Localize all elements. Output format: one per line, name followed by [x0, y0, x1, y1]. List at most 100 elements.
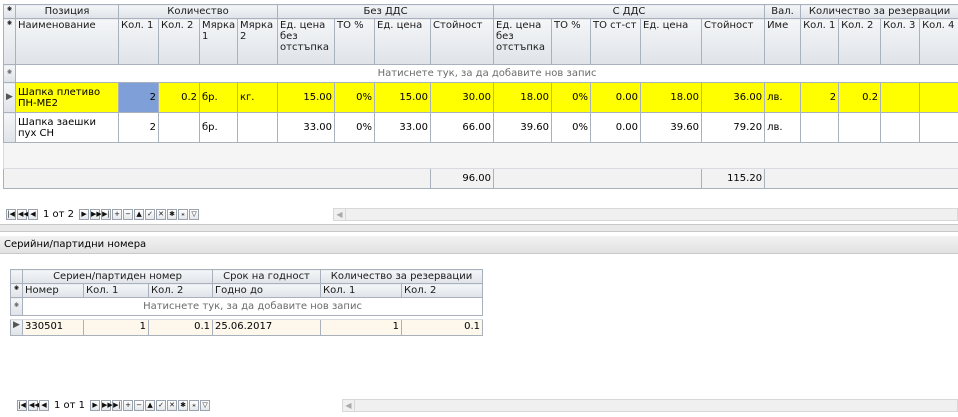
table-row[interactable]: ▶ Шапка плетиво ПН-МЕ2 2 0.2 бр. кг. 15.…	[3, 82, 958, 113]
col-currency-name[interactable]: Име	[764, 18, 802, 65]
scroll-left-icon[interactable]: ◀	[334, 209, 346, 220]
band-with-vat[interactable]: С ДДС	[493, 4, 766, 19]
refresh-icon[interactable]: ✱	[178, 400, 189, 411]
cell-nv-value[interactable]: 30.00	[430, 82, 495, 113]
last-icon[interactable]: ▶|	[112, 400, 123, 411]
col-r-qty1[interactable]: Кол. 1	[800, 18, 840, 65]
filter-clear-icon[interactable]: ⁎	[178, 209, 189, 220]
col-nv-price[interactable]: Ед. цена	[374, 18, 432, 65]
top-horizontal-scrollbar[interactable]: ◀	[333, 208, 958, 221]
panel-splitter[interactable]	[0, 224, 958, 232]
refresh-icon[interactable]: ✱	[167, 209, 178, 220]
col-r-qty1[interactable]: Кол. 1	[320, 283, 402, 298]
cell-r-qty4[interactable]	[919, 112, 958, 143]
delete-icon[interactable]: −	[134, 400, 145, 411]
filter-icon[interactable]: ▽	[189, 209, 200, 220]
cell-qty2[interactable]: 0.1	[148, 319, 213, 336]
cell-nv-price[interactable]: 33.00	[374, 112, 432, 143]
cell-v-to-value[interactable]: 0.00	[590, 112, 642, 143]
cell-name[interactable]: Шапка заешки пух СН	[15, 112, 119, 143]
row-indicator-header[interactable]: ⁕	[3, 4, 16, 19]
col-nv-value[interactable]: Стойност	[430, 18, 495, 65]
post-icon[interactable]: ✓	[145, 209, 156, 220]
new-record-row[interactable]: ⁕ Натиснете тук, за да добавите нов запи…	[10, 297, 484, 316]
first-icon[interactable]: |◀	[17, 400, 27, 411]
col-name[interactable]: Наименование	[15, 18, 119, 65]
next-page-icon[interactable]: ▶▶	[90, 209, 102, 220]
band-serial[interactable]: Сериен/партиден номер	[22, 269, 213, 284]
filter-icon[interactable]: ▽	[200, 400, 211, 411]
col-r-qty2[interactable]: Кол. 2	[400, 283, 484, 298]
band-position[interactable]: Позиция	[15, 4, 119, 19]
col-qty2[interactable]: Кол. 2	[148, 283, 213, 298]
col-v-price-nodisc[interactable]: Ед. цена без отстъпка	[493, 18, 553, 65]
cell-v-price[interactable]: 39.60	[640, 112, 703, 143]
cell-nv-to-pct[interactable]: 0%	[334, 82, 376, 113]
col-v-value[interactable]: Стойност	[701, 18, 766, 65]
edit-icon[interactable]: ▲	[134, 209, 145, 220]
col-nv-to-pct[interactable]: ТО %	[334, 18, 376, 65]
col-nv-price-nodisc[interactable]: Ед. цена без отстъпка	[277, 18, 336, 65]
cell-qty2[interactable]: 0.2	[158, 82, 200, 113]
column-chooser-icon[interactable]: ⁕	[3, 18, 16, 65]
last-icon[interactable]: ▶|	[101, 209, 112, 220]
cell-v-price[interactable]: 18.00	[640, 82, 703, 113]
next-page-icon[interactable]: ▶▶	[101, 400, 113, 411]
cell-qty1[interactable]: 2	[118, 112, 159, 143]
prev-icon[interactable]: ◀	[39, 400, 49, 411]
new-record-row[interactable]: ⁕ Натиснете тук, за да добавите нов запи…	[3, 64, 958, 83]
col-r-qty3[interactable]: Кол. 3	[880, 18, 921, 65]
band-quantity[interactable]: Количество	[117, 4, 279, 19]
col-r-qty2[interactable]: Кол. 2	[838, 18, 882, 65]
cell-v-to-value[interactable]: 0.00	[590, 82, 642, 113]
cancel-icon[interactable]: ✕	[156, 209, 167, 220]
cell-v-price-nodisc[interactable]: 18.00	[493, 82, 553, 113]
column-chooser-icon[interactable]: ⁕	[10, 283, 23, 298]
edit-icon[interactable]: ▲	[145, 400, 156, 411]
insert-icon[interactable]: +	[123, 400, 134, 411]
cell-r-qty1[interactable]	[800, 112, 840, 143]
cell-unit1[interactable]: бр.	[199, 112, 238, 143]
band-reserve-qty[interactable]: Количество за резервации	[319, 269, 484, 284]
cell-currency[interactable]: лв.	[764, 112, 802, 143]
col-qty2[interactable]: Кол. 2	[158, 18, 200, 65]
col-r-qty4[interactable]: Кол. 4	[919, 18, 958, 65]
cell-nv-price-nodisc[interactable]: 15.00	[277, 82, 336, 113]
col-valid-until[interactable]: Годно до	[212, 283, 321, 298]
bottom-horizontal-scrollbar[interactable]: ◀	[342, 399, 958, 412]
col-v-to-value[interactable]: ТО ст-ст	[590, 18, 642, 65]
col-qty1[interactable]: Кол. 1	[118, 18, 159, 65]
cell-unit2[interactable]: кг.	[236, 82, 279, 113]
cell-qty2[interactable]	[158, 112, 200, 143]
prev-icon[interactable]: ◀	[28, 209, 38, 220]
col-number[interactable]: Номер	[22, 283, 84, 298]
cell-nv-value[interactable]: 66.00	[430, 112, 495, 143]
cell-v-to-pct[interactable]: 0%	[551, 82, 592, 113]
col-qty1[interactable]: Кол. 1	[83, 283, 149, 298]
row-indicator-header[interactable]	[10, 269, 23, 284]
post-icon[interactable]: ✓	[156, 400, 167, 411]
cell-valid-until[interactable]: 25.06.2017	[212, 319, 321, 336]
cell-nv-to-pct[interactable]: 0%	[334, 112, 376, 143]
prev-page-icon[interactable]: ◀◀	[28, 400, 40, 411]
band-reserve-qty[interactable]: Количество за резервации	[800, 4, 958, 19]
cell-r-qty1[interactable]: 1	[320, 319, 402, 336]
next-icon[interactable]: ▶	[79, 209, 90, 220]
band-without-vat[interactable]: Без ДДС	[277, 4, 495, 19]
cell-number[interactable]: 330501	[22, 319, 84, 336]
insert-icon[interactable]: +	[112, 209, 123, 220]
cell-name[interactable]: Шапка плетиво ПН-МЕ2	[15, 82, 119, 113]
next-icon[interactable]: ▶	[90, 400, 101, 411]
cell-r-qty4[interactable]	[919, 82, 958, 113]
new-record-hint[interactable]: Натиснете тук, за да добавите нов запис	[21, 297, 484, 316]
filter-clear-icon[interactable]: ⁎	[189, 400, 200, 411]
col-v-price[interactable]: Ед. цена	[640, 18, 703, 65]
cell-v-value[interactable]: 79.20	[701, 112, 766, 143]
col-v-to-pct[interactable]: ТО %	[551, 18, 592, 65]
cell-v-value[interactable]: 36.00	[701, 82, 766, 113]
cell-r-qty3[interactable]	[880, 112, 921, 143]
band-expiry[interactable]: Срок на годност	[212, 269, 321, 284]
cell-qty1[interactable]: 2	[118, 82, 159, 113]
new-record-hint[interactable]: Натиснете тук, за да добавите нов запис	[14, 64, 958, 83]
delete-icon[interactable]: −	[123, 209, 134, 220]
